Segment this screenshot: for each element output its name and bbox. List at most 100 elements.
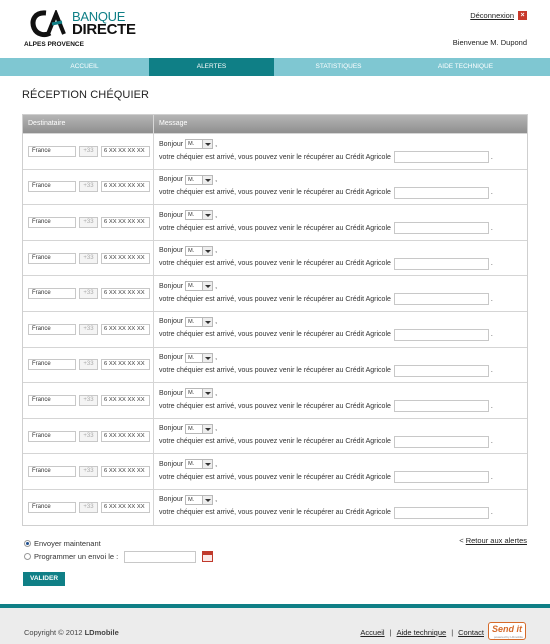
validate-button[interactable]: VALIDER (23, 572, 65, 586)
civility-select[interactable]: M. (185, 316, 214, 327)
agency-input[interactable] (393, 222, 489, 235)
footer-separator: | (389, 628, 392, 637)
greeting-text: Bonjour (159, 389, 184, 397)
country-select[interactable]: France (28, 359, 76, 371)
agency-input[interactable] (393, 186, 489, 199)
footer: Copyright © 2012 LDmobile Accueil | Aide… (0, 604, 550, 644)
welcome-text: Bienvenue M. Dupond (452, 38, 527, 47)
footer-links: Accueil | Aide technique | Contact (360, 628, 484, 637)
phone-input[interactable]: 6 XX XX XX XX (101, 216, 150, 228)
message-line: votre chéquier est arrivé, vous pouvez v… (159, 435, 493, 448)
agency-input[interactable] (393, 151, 489, 163)
chevron-down-icon[interactable] (202, 389, 213, 398)
schedule-date-input[interactable] (124, 550, 197, 563)
dial-prefix: +33 (79, 216, 98, 228)
footer-link-contact[interactable]: Contact (458, 628, 484, 637)
country-select[interactable]: France (28, 501, 76, 513)
agency-input[interactable] (393, 506, 489, 519)
greeting-comma: , (215, 354, 218, 362)
phone-input[interactable]: 6 XX XX XX XX (101, 323, 150, 335)
table-row: France +33 6 XX XX XX XX Bonjour M., votre ch… (23, 239, 527, 276)
recipient-cell: France +33 6 XX XX XX XX (23, 276, 154, 311)
logout-link[interactable]: Déconnexion (470, 11, 514, 20)
agency-input[interactable] (393, 328, 489, 341)
country-select[interactable]: France (28, 430, 76, 442)
agency-input[interactable] (393, 293, 489, 306)
radio-icon[interactable] (24, 540, 31, 547)
country-select[interactable]: France (28, 466, 76, 478)
civility-select[interactable]: M. (185, 352, 214, 363)
message-cell: Bonjour M., votre chéquier est arrivé, vou… (154, 241, 527, 276)
phone-input[interactable]: 6 XX XX XX XX (101, 145, 150, 157)
agency-input[interactable] (393, 364, 489, 377)
message-period: . (490, 402, 493, 410)
footer-link-aide[interactable]: Aide technique (397, 628, 447, 637)
nav-item-statistiques[interactable]: STATISTIQUES (276, 58, 401, 76)
chevron-down-icon[interactable] (202, 140, 213, 148)
message-line: votre chéquier est arrivé, vous pouvez v… (159, 364, 493, 377)
table-row: France +33 6 XX XX XX XX Bonjour M., votre ch… (23, 310, 527, 347)
country-select[interactable]: France (28, 323, 76, 335)
calendar-icon[interactable] (202, 551, 214, 562)
civility-value: M. (188, 390, 195, 397)
chevron-down-icon[interactable] (202, 246, 213, 255)
civility-value: M. (188, 496, 195, 503)
civility-select[interactable]: M. (185, 139, 214, 149)
civility-select[interactable]: M. (185, 388, 214, 399)
greeting-line: Bonjour M., (159, 423, 218, 434)
civility-select[interactable]: M. (185, 459, 214, 470)
chevron-down-icon[interactable] (202, 211, 213, 220)
radio-icon[interactable] (24, 553, 31, 560)
table-row: France +33 6 XX XX XX XX Bonjour M., votre ch… (23, 417, 527, 454)
message-period: . (490, 260, 493, 268)
country-select[interactable]: France (28, 145, 76, 157)
phone-input[interactable]: 6 XX XX XX XX (101, 501, 150, 513)
phone-input[interactable]: 6 XX XX XX XX (101, 430, 150, 442)
civility-select[interactable]: M. (185, 174, 214, 185)
phone-input[interactable]: 6 XX XX XX XX (101, 359, 150, 371)
agency-input[interactable] (393, 400, 489, 413)
civility-select[interactable]: M. (185, 494, 214, 505)
message-period: . (490, 331, 493, 339)
chevron-down-icon[interactable] (202, 353, 213, 362)
agency-input[interactable] (393, 435, 489, 448)
civility-select[interactable]: M. (185, 423, 214, 434)
nav-item-accueil[interactable]: ACCUEIL (22, 58, 147, 76)
chevron-down-icon[interactable] (202, 175, 213, 184)
greeting-text: Bonjour (159, 496, 184, 504)
country-select[interactable]: France (28, 394, 76, 406)
phone-input[interactable]: 6 XX XX XX XX (101, 394, 150, 406)
chevron-down-icon[interactable] (202, 424, 213, 433)
greeting-text: Bonjour (159, 425, 184, 433)
chevron-down-icon[interactable] (202, 460, 213, 469)
phone-input[interactable]: 6 XX XX XX XX (101, 466, 150, 478)
country-select[interactable]: France (28, 216, 76, 228)
chevron-down-icon[interactable] (202, 317, 213, 326)
greeting-text: Bonjour (159, 176, 184, 184)
option-send-now[interactable]: Envoyer maintenant (24, 537, 213, 550)
chevron-down-icon[interactable] (202, 495, 213, 504)
civility-select[interactable]: M. (185, 281, 214, 292)
message-period: . (490, 438, 493, 446)
nav-item-aide-technique[interactable]: AIDE TECHNIQUE (403, 58, 528, 76)
country-select[interactable]: France (28, 181, 76, 193)
phone-input[interactable]: 6 XX XX XX XX (101, 181, 150, 193)
close-icon[interactable]: × (518, 11, 527, 20)
header-message: Message (159, 120, 188, 127)
agency-input[interactable] (393, 471, 489, 484)
option-schedule[interactable]: Programmer un envoi le : (24, 550, 214, 563)
back-to-alerts-link[interactable]: Retour aux alertes (466, 536, 527, 545)
phone-input[interactable]: 6 XX XX XX XX (101, 252, 150, 264)
chevron-down-icon[interactable] (202, 282, 213, 291)
phone-input[interactable]: 6 XX XX XX XX (101, 288, 150, 300)
message-line: votre chéquier est arrivé, vous pouvez v… (159, 328, 493, 341)
agency-input[interactable] (393, 257, 489, 270)
footer-link-accueil[interactable]: Accueil (360, 628, 384, 637)
greeting-comma: , (215, 425, 218, 433)
nav-item-alertes[interactable]: ALERTES (149, 58, 274, 76)
country-select[interactable]: France (28, 252, 76, 264)
message-period: . (490, 189, 493, 197)
civility-select[interactable]: M. (185, 245, 214, 256)
civility-select[interactable]: M. (185, 210, 214, 221)
country-select[interactable]: France (28, 288, 76, 300)
